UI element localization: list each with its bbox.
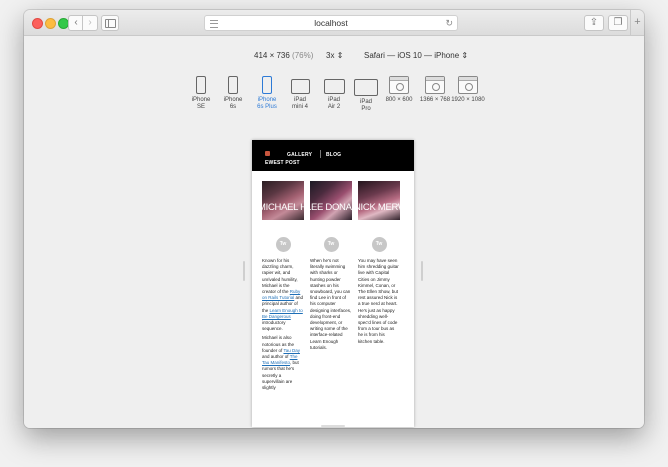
profile-photo: NICK MERWIN bbox=[358, 181, 400, 220]
device-1366x768[interactable]: 1366 × 768 bbox=[418, 76, 452, 104]
new-tab-button[interactable]: + bbox=[630, 10, 644, 35]
tabs-icon: ❐ bbox=[613, 17, 623, 28]
device-iphone-se[interactable]: iPhone SE bbox=[190, 76, 212, 111]
device-viewport: GALLERY BLOG EWEST POST MICHAEL HARTL Tw… bbox=[252, 140, 414, 427]
profile-name: NICK MERWIN bbox=[358, 202, 400, 213]
chevron-left-icon: ‹ bbox=[74, 17, 78, 28]
plus-icon: + bbox=[634, 16, 641, 28]
responsive-toolbar: 414 × 736 (76%) 3x ⇕ Safari — iOS 10 — i… bbox=[24, 51, 644, 63]
twitter-icon[interactable]: Tw bbox=[371, 237, 387, 252]
tau-day-link[interactable]: Tau Day bbox=[283, 348, 300, 353]
bio-column-2: LEE DONAHOE Tw When he's not literally s… bbox=[310, 181, 352, 354]
device-ipad-air-2[interactable]: iPad Air 2 bbox=[321, 76, 347, 111]
share-button[interactable]: ⇪ bbox=[584, 15, 604, 31]
browser-window-icon bbox=[425, 76, 445, 94]
bio-text: Known for his dazzling charm, rapier wit… bbox=[262, 258, 304, 391]
ipad-icon bbox=[354, 79, 378, 96]
show-tabs-button[interactable]: ❐ bbox=[608, 15, 628, 31]
resize-handle-left[interactable] bbox=[243, 261, 245, 281]
device-800x600[interactable]: 800 × 600 bbox=[384, 76, 414, 104]
pixel-ratio-select[interactable]: 3x ⇕ bbox=[326, 51, 343, 60]
device-iphone-6s[interactable]: iPhone 6s bbox=[222, 76, 244, 111]
viewport-size[interactable]: 414 × 736 (76%) bbox=[254, 51, 313, 60]
browser-window-icon bbox=[389, 76, 409, 94]
browser-window-icon bbox=[458, 76, 478, 94]
forward-button[interactable]: › bbox=[82, 15, 98, 31]
reload-icon[interactable]: ↻ bbox=[445, 16, 453, 30]
profile-name: LEE DONAHOE bbox=[310, 202, 352, 213]
bio-text: You may have seen him shredding guitar l… bbox=[358, 258, 399, 344]
bio-column-1: MICHAEL HARTL Tw Known for his dazzling … bbox=[262, 181, 304, 394]
profile-photo: LEE DONAHOE bbox=[310, 181, 352, 220]
sidebar-icon bbox=[105, 19, 116, 28]
chevron-right-icon: › bbox=[88, 17, 92, 28]
nav-blog-link[interactable]: BLOG bbox=[326, 152, 341, 158]
logo-icon[interactable] bbox=[265, 151, 270, 156]
nav-gallery-link[interactable]: GALLERY bbox=[287, 152, 312, 158]
address-bar[interactable]: localhost ↻ bbox=[204, 15, 458, 31]
reader-icon[interactable] bbox=[210, 20, 218, 28]
resize-handle-right[interactable] bbox=[421, 261, 423, 281]
bio-text: When he's not literally swimming with sh… bbox=[310, 258, 352, 350]
responsive-design-mode: 414 × 736 (76%) 3x ⇕ Safari — iOS 10 — i… bbox=[24, 36, 644, 428]
site-title: EWEST POST bbox=[265, 160, 300, 166]
user-agent-select[interactable]: Safari — iOS 10 — iPhone ⇕ bbox=[364, 51, 468, 60]
ipad-icon bbox=[290, 79, 310, 94]
device-1920x1080[interactable]: 1920 × 1080 bbox=[450, 76, 486, 104]
twitter-icon[interactable]: Tw bbox=[323, 237, 339, 252]
site-header: GALLERY BLOG EWEST POST bbox=[252, 140, 414, 171]
ipad-icon bbox=[323, 79, 345, 94]
device-ipad-mini-4[interactable]: iPad mini 4 bbox=[288, 76, 312, 111]
profile-photo: MICHAEL HARTL bbox=[262, 181, 304, 220]
share-icon: ⇪ bbox=[589, 17, 599, 28]
device-ipad-pro[interactable]: iPad Pro bbox=[352, 76, 380, 113]
device-iphone-6s-plus[interactable]: iPhone 6s Plus bbox=[253, 76, 281, 111]
title-bar: ‹ › localhost ↻ ⇪ ❐ + bbox=[24, 10, 644, 36]
iphone-icon bbox=[262, 76, 272, 94]
minimize-window-button[interactable] bbox=[45, 18, 56, 29]
bio-column-3: NICK MERWIN Tw You may have seen him shr… bbox=[358, 181, 400, 348]
nav-divider bbox=[320, 150, 321, 158]
iphone-icon bbox=[228, 76, 238, 94]
updown-icon: ⇕ bbox=[336, 51, 344, 60]
profile-name: MICHAEL HARTL bbox=[262, 202, 304, 213]
address-text: localhost bbox=[314, 18, 348, 28]
twitter-icon[interactable]: Tw bbox=[275, 237, 291, 252]
sidebar-toggle-button[interactable] bbox=[101, 15, 119, 31]
close-window-button[interactable] bbox=[32, 18, 43, 29]
iphone-icon bbox=[196, 76, 206, 94]
browser-window: ‹ › localhost ↻ ⇪ ❐ + 414 × 736 (76%) 3x… bbox=[24, 10, 644, 428]
updown-icon: ⇕ bbox=[461, 51, 469, 60]
scroll-indicator bbox=[321, 425, 345, 427]
device-preset-list: iPhone SE iPhone 6s iPhone 6s Plus iPad … bbox=[24, 76, 644, 126]
